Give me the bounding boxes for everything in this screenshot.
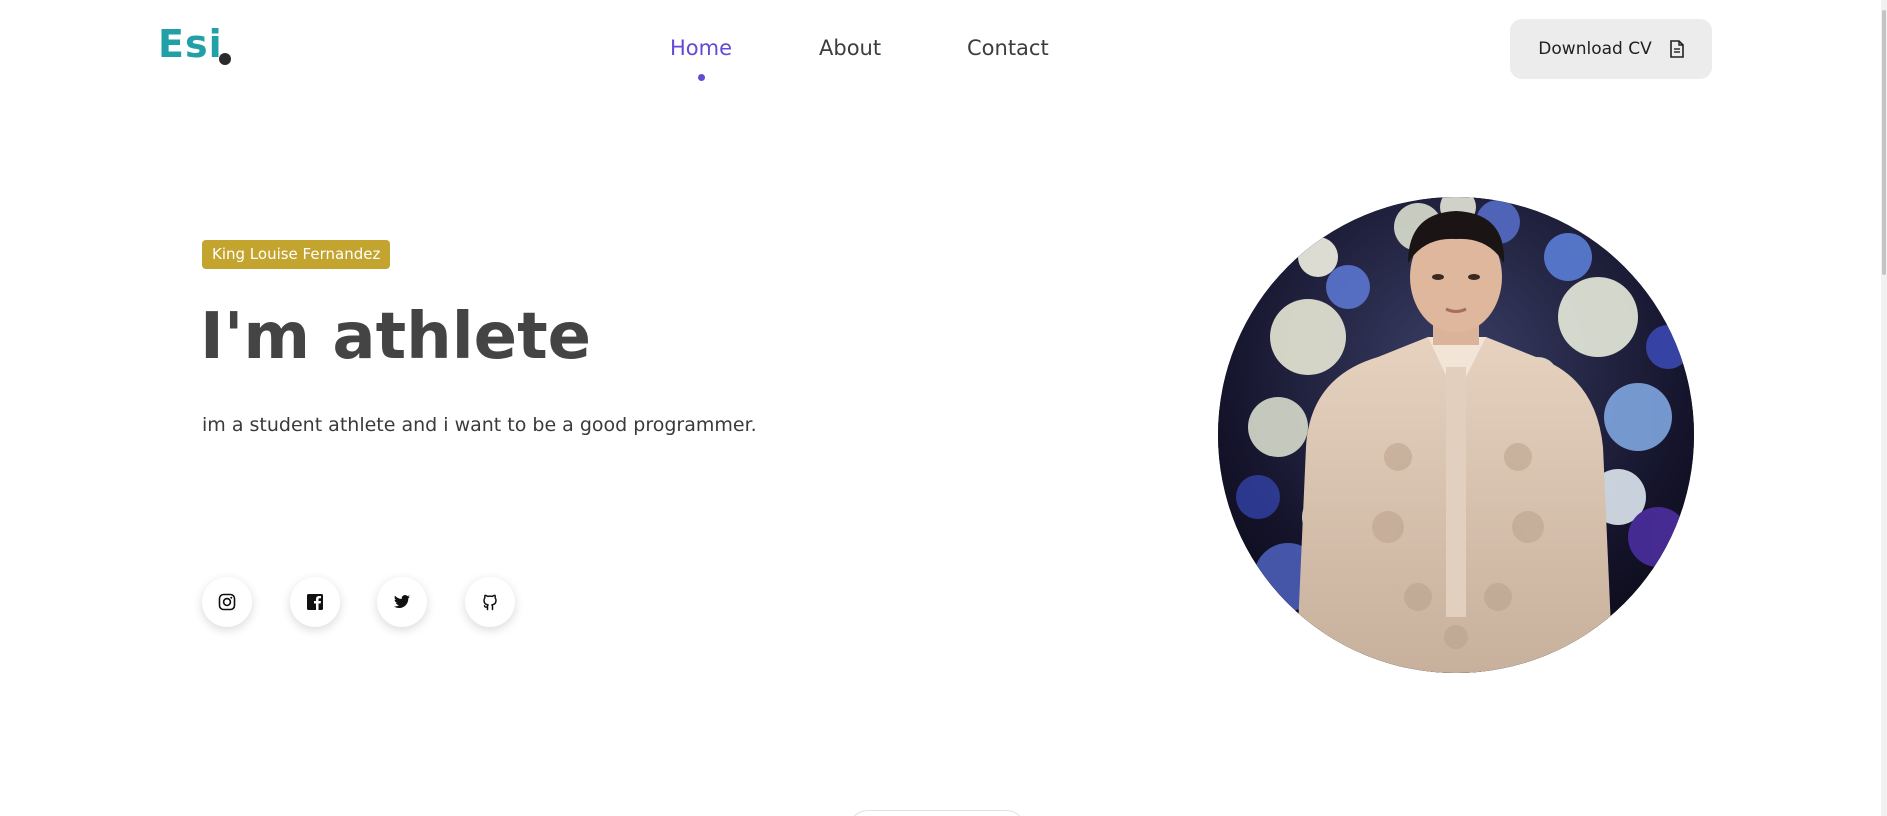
scrollbar-thumb[interactable] (1882, 10, 1886, 275)
nav-about-link[interactable]: About (819, 36, 881, 60)
nav-contact-link[interactable]: Contact (967, 36, 1049, 60)
github-icon (483, 594, 497, 611)
profile-photo (1218, 197, 1694, 673)
page: Esi Home About Contact Download CV King … (0, 0, 1887, 816)
hero-description: im a student athlete and i want to be a … (202, 414, 757, 436)
instagram-button[interactable] (202, 577, 252, 627)
download-cv-label: Download CV (1538, 39, 1652, 59)
hero-title: I'm athlete (200, 300, 592, 374)
active-nav-indicator (698, 74, 705, 81)
document-icon (1669, 40, 1684, 58)
name-badge: King Louise Fernandez (202, 240, 391, 269)
nav-home-link[interactable]: Home (670, 36, 732, 60)
twitter-icon (394, 595, 410, 608)
twitter-button[interactable] (377, 577, 427, 627)
instagram-icon (218, 593, 236, 611)
facebook-icon (307, 594, 323, 610)
download-cv-button[interactable]: Download CV (1510, 19, 1712, 79)
bottom-element (848, 810, 1026, 816)
facebook-button[interactable] (290, 577, 340, 627)
github-button[interactable] (465, 577, 515, 627)
scrollbar[interactable] (1881, 0, 1887, 816)
